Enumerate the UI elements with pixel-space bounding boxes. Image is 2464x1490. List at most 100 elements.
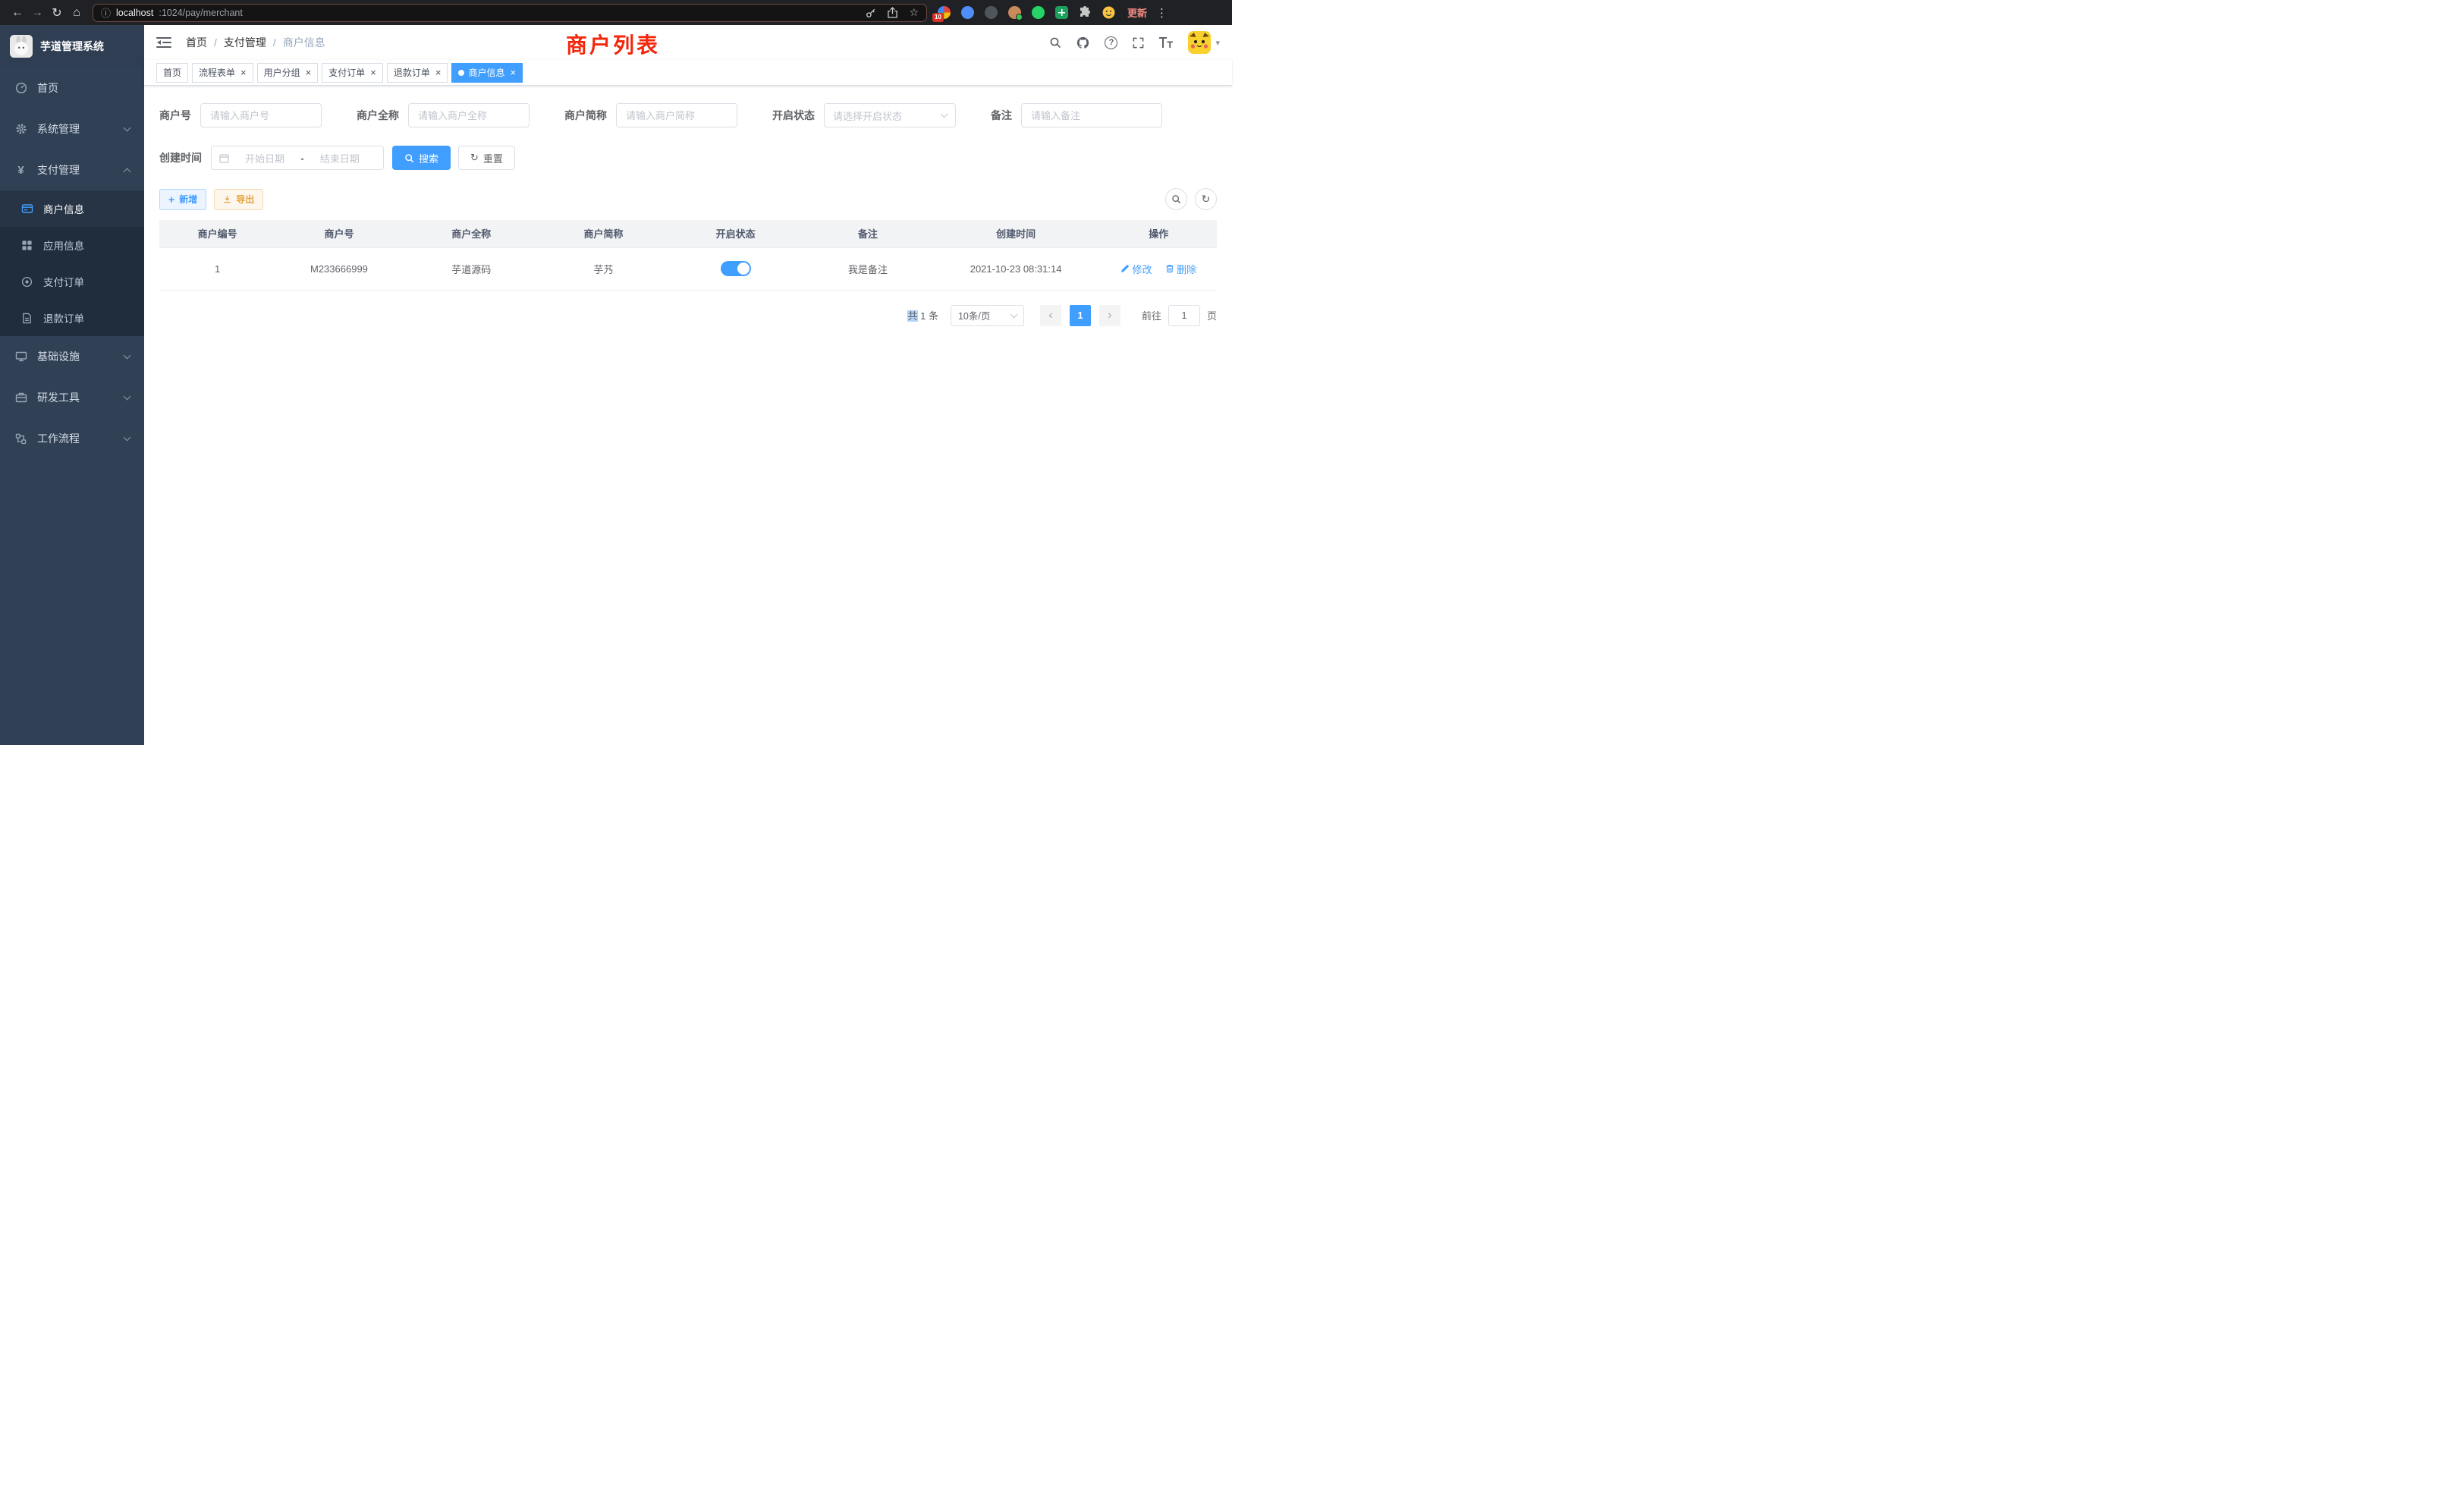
page-annotation: 商户列表 (566, 29, 660, 59)
home-button[interactable]: ⌂ (67, 6, 86, 20)
ext-dark-icon[interactable] (985, 6, 998, 19)
delete-link-label: 删除 (1177, 262, 1196, 276)
export-button[interactable]: 导出 (214, 189, 263, 210)
prev-page-button[interactable]: ‹ (1040, 305, 1061, 326)
document-icon (20, 312, 33, 325)
sidebar-item-dev-tools[interactable]: 研发工具 (0, 377, 144, 418)
breadcrumb-home[interactable]: 首页 (186, 35, 207, 50)
user-menu[interactable]: ▾ (1188, 31, 1220, 54)
remark-label: 备注 (991, 108, 1012, 123)
app-logo[interactable]: 芋道管理系统 (0, 25, 144, 68)
date-range-picker[interactable]: 开始日期 - 结束日期 (211, 146, 384, 170)
extensions-row: 10 (938, 6, 1115, 19)
tab-user-group[interactable]: 用户分组 × (257, 63, 319, 83)
sidebar-item-pay[interactable]: ¥ 支付管理 (0, 149, 144, 190)
ext-green-circle-icon[interactable] (1032, 6, 1045, 19)
page-size-select[interactable]: 10条/页 (951, 305, 1024, 326)
breadcrumb-separator: / (273, 36, 276, 49)
gear-icon (14, 123, 27, 136)
next-page-button[interactable]: › (1099, 305, 1120, 326)
col-header: 创建时间 (932, 220, 1101, 247)
browser-menu-icon[interactable]: ⋮ (1156, 6, 1167, 20)
close-icon[interactable]: × (240, 68, 247, 77)
share-icon[interactable] (888, 7, 897, 18)
sidebar-item-app-info[interactable]: 应用信息 (0, 227, 144, 263)
ext-smiley-icon[interactable] (1102, 6, 1115, 19)
url-bar[interactable]: ⓘ localhost :1024/pay/merchant ☆ (93, 4, 927, 22)
back-button[interactable]: ← (8, 6, 27, 20)
tab-process-form[interactable]: 流程表单 × (192, 63, 253, 83)
browser-update-button[interactable]: 更新 (1127, 5, 1147, 20)
col-header: 开启状态 (667, 220, 804, 247)
search-icon[interactable] (1049, 36, 1061, 49)
chevron-up-icon (124, 168, 131, 176)
tab-label: 首页 (163, 66, 181, 79)
filter-row-1: 商户号 商户全称 商户简称 开启状态 请选择开启状态 备注 (159, 103, 1217, 127)
ext-puzzle-icon[interactable] (1079, 6, 1092, 19)
search-button[interactable]: 搜索 (392, 146, 451, 170)
merchant-no-input[interactable] (200, 103, 322, 127)
sidebar-item-infrastructure[interactable]: 基础设施 (0, 336, 144, 377)
sidebar-item-system[interactable]: 系统管理 (0, 108, 144, 149)
tab-pay-order[interactable]: 支付订单 × (322, 63, 383, 83)
sidebar-item-refund-order[interactable]: 退款订单 (0, 300, 144, 336)
close-icon[interactable]: × (306, 68, 312, 77)
sidebar-item-pay-order[interactable]: 支付订单 (0, 263, 144, 300)
sidebar-item-label: 首页 (37, 80, 58, 96)
status-select[interactable]: 请选择开启状态 (824, 103, 956, 127)
reset-button[interactable]: ↻ 重置 (458, 146, 515, 170)
close-icon[interactable]: × (510, 68, 516, 77)
full-name-input[interactable] (408, 103, 530, 127)
date-start-placeholder: 开始日期 (229, 151, 300, 165)
sidebar-item-home[interactable]: 首页 (0, 68, 144, 108)
remark-input[interactable] (1021, 103, 1162, 127)
site-info-icon[interactable]: ⓘ (101, 5, 111, 20)
sidebar-item-merchant-info[interactable]: 商户信息 (0, 190, 144, 227)
goto-page-input[interactable] (1168, 305, 1200, 326)
sidebar-item-workflow[interactable]: 工作流程 (0, 418, 144, 459)
col-header: 商户号 (275, 220, 402, 247)
sidebar-item-label: 应用信息 (43, 237, 84, 253)
ext-profile-icon[interactable] (1008, 6, 1021, 19)
ext-colorful-icon[interactable]: 10 (938, 6, 951, 19)
bookmark-star-icon[interactable]: ☆ (909, 6, 919, 19)
help-icon[interactable]: ? (1105, 36, 1117, 49)
refresh-table-button[interactable]: ↻ (1195, 188, 1217, 210)
ext-blue-icon[interactable] (961, 6, 974, 19)
tab-refund-order[interactable]: 退款订单 × (387, 63, 448, 83)
reset-button-label: 重置 (483, 151, 503, 165)
forward-button[interactable]: → (27, 6, 47, 20)
reload-button[interactable]: ↻ (47, 5, 67, 20)
status-select-placeholder: 请选择开启状态 (833, 108, 902, 123)
edit-link[interactable]: 修改 (1120, 262, 1152, 276)
plus-icon: + (168, 193, 174, 206)
page-1-button[interactable]: 1 (1070, 305, 1091, 326)
pagination: 共 1 条 10条/页 ‹ 1 › 前往 页 (159, 291, 1217, 341)
tab-home[interactable]: 首页 (156, 63, 188, 83)
close-icon[interactable]: × (370, 68, 376, 77)
sidebar-toggle-icon[interactable] (156, 36, 171, 49)
short-name-input[interactable] (616, 103, 737, 127)
close-icon[interactable]: × (435, 68, 442, 77)
tab-merchant-info[interactable]: 商户信息 × (451, 63, 523, 83)
add-button[interactable]: + 新增 (159, 189, 206, 210)
col-header: 操作 (1101, 220, 1217, 247)
breadcrumb-pay[interactable]: 支付管理 (224, 35, 266, 50)
password-key-icon[interactable] (866, 8, 876, 18)
github-icon[interactable] (1076, 36, 1089, 49)
tab-label: 支付订单 (328, 66, 365, 79)
font-size-icon[interactable] (1159, 37, 1173, 49)
edit-link-label: 修改 (1132, 262, 1152, 276)
ext-green-square-icon[interactable] (1055, 6, 1068, 19)
fullscreen-icon[interactable] (1133, 37, 1144, 49)
tab-label: 流程表单 (199, 66, 235, 79)
active-dot (458, 70, 464, 76)
sidebar-item-label: 系统管理 (37, 121, 80, 137)
breadcrumb-current: 商户信息 (283, 35, 325, 50)
toggle-search-button[interactable] (1165, 188, 1187, 210)
delete-link[interactable]: 删除 (1165, 262, 1196, 276)
sidebar-item-label: 退款订单 (43, 310, 84, 325)
toolbox-icon (14, 391, 27, 404)
sidebar-item-label: 商户信息 (43, 201, 84, 216)
status-toggle[interactable] (721, 261, 751, 276)
